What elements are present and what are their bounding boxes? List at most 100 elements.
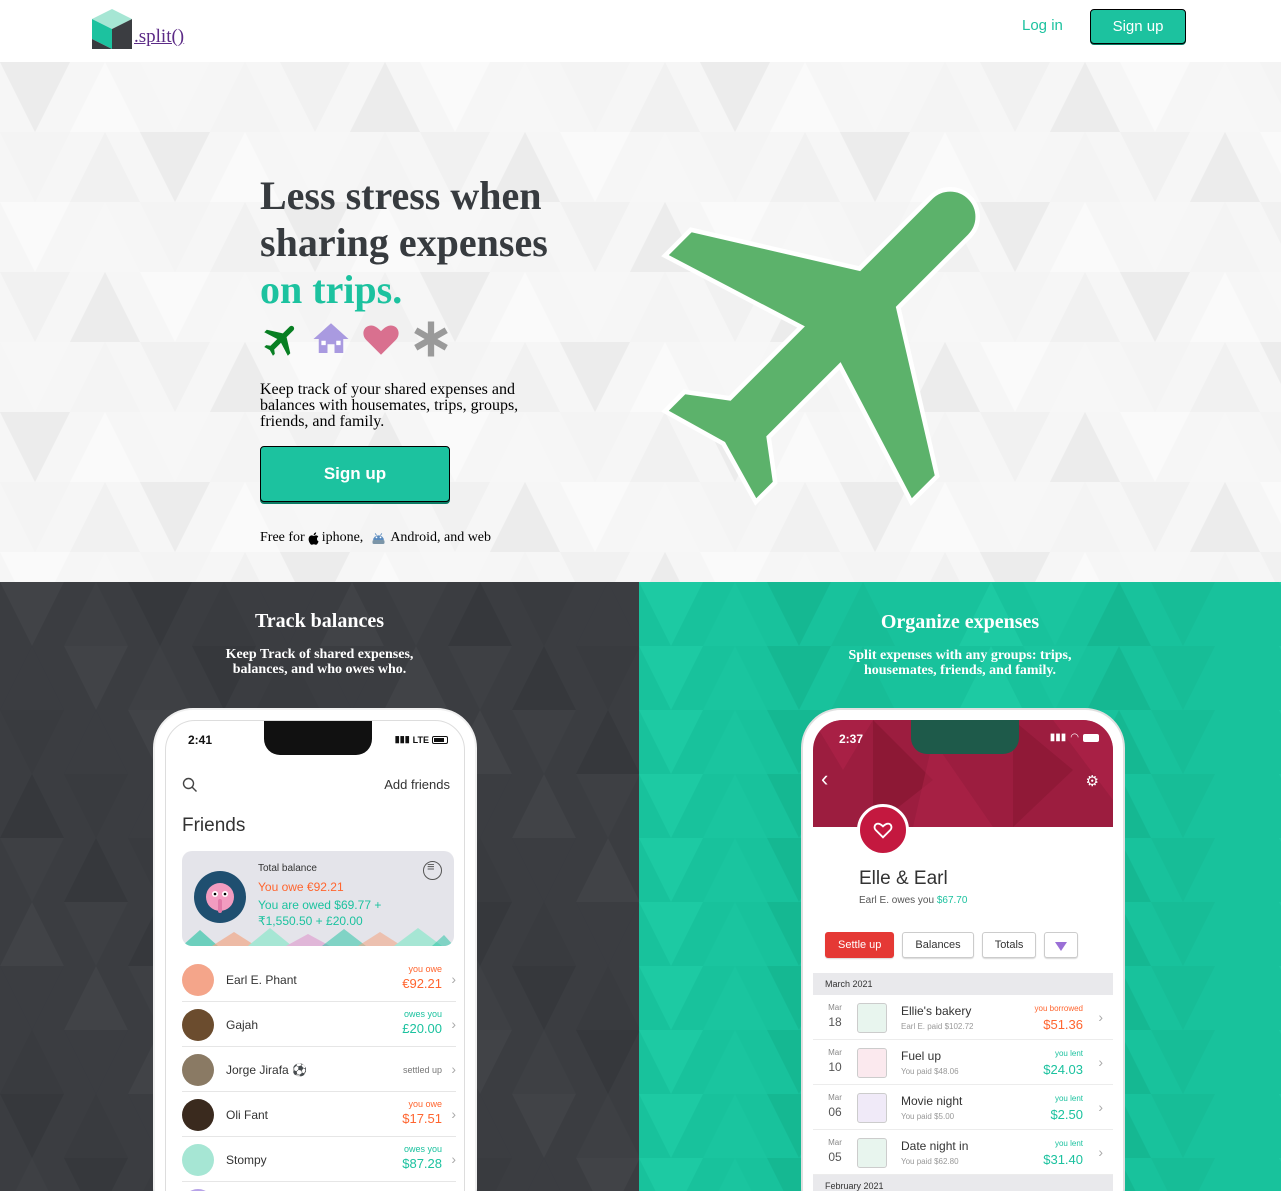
friend-amount: $87.28 (402, 1156, 442, 1171)
expense-date: Mar 06 (825, 1091, 845, 1119)
track-title: Track balances (254, 610, 385, 632)
free-android: Android, and web (390, 530, 492, 545)
status-indicators: ▮▮▮ ◠ (1050, 732, 1099, 743)
group-owes-summary: Earl E. owes you $67.70 (859, 895, 967, 906)
gear-icon[interactable]: ⚙ (1086, 772, 1099, 790)
chevron-right-icon: › (451, 1106, 456, 1122)
friend-status: you owe (408, 1099, 442, 1109)
friend-name: Stompy (226, 1153, 267, 1167)
friend-amount: £20.00 (402, 1021, 442, 1036)
platforms-line: Free for iphone, Android, and web (260, 530, 491, 546)
search-icon[interactable] (182, 777, 198, 793)
chevron-right-icon: › (1098, 1054, 1103, 1070)
expense-category-icon (857, 1003, 887, 1033)
expense-paid-by: You paid $48.06 (901, 1067, 959, 1076)
expense-status: you lent (1054, 1049, 1083, 1058)
add-friends-button[interactable]: Add friends (384, 777, 450, 792)
avatar (182, 964, 214, 996)
expense-category-icon (857, 1138, 887, 1168)
chevron-right-icon: › (451, 971, 456, 987)
signal-icon: ▮▮▮ (394, 734, 410, 744)
expense-paid-by: You paid $62.80 (901, 1157, 959, 1166)
friend-name: Gajah (226, 1018, 259, 1032)
group-banner: 2:37 ▮▮▮ ◠ ‹ ⚙ (813, 720, 1113, 827)
expense-month: Mar (828, 1003, 842, 1012)
expense-amount: $2.50 (1050, 1107, 1083, 1122)
gem-icon (1055, 942, 1068, 951)
site-header: .split() Log in Sign up (0, 0, 1281, 62)
friend-name: Oli Fant (226, 1108, 269, 1122)
expense-paid-by: Earl E. paid $102.72 (901, 1022, 974, 1031)
expense-row[interactable]: Mar 10 Fuel up You paid $48.06 you lent $24.0… (813, 1040, 1113, 1085)
group-heart-badge (857, 804, 909, 856)
hero-description: Keep track of your shared expenses and b… (260, 381, 519, 430)
expense-name: Ellie's bakery (901, 1004, 972, 1018)
group-action-tabs: Settle up Balances Totals (825, 932, 1079, 958)
back-chevron-icon[interactable]: ‹ (821, 766, 828, 792)
login-link[interactable]: Log in (1022, 17, 1063, 34)
filter-icon[interactable] (423, 859, 442, 880)
expense-row[interactable]: Mar 05 Date night in You paid $62.80 you len… (813, 1130, 1113, 1175)
status-time: 2:37 (839, 732, 864, 746)
expense-day: 05 (828, 1150, 842, 1164)
free-prefix: Free for (260, 530, 305, 545)
phone-notch (911, 720, 1019, 754)
expense-category-icon (857, 1048, 887, 1078)
wifi-icon: ◠ (1070, 732, 1079, 743)
header-signup-button[interactable]: Sign up (1090, 9, 1186, 44)
hero-signup-button[interactable]: Sign up (260, 446, 450, 502)
total-you-are-owed: You are owed $69.77 + ₹1,550.50 + £20.00 (258, 898, 382, 928)
status-indicators: ▮▮▮ LTE (395, 734, 448, 745)
expense-status: you lent (1054, 1094, 1083, 1103)
track-balances-panel: Track balances Keep Track of shared expe… (0, 582, 639, 1191)
totals-button[interactable]: Totals (981, 932, 1037, 958)
owes-text: Earl E. owes you (859, 895, 935, 906)
friend-status: settled up (402, 1065, 442, 1075)
logo-link[interactable]: .split() (92, 9, 184, 49)
expense-name: Fuel up (901, 1049, 942, 1063)
friend-row[interactable]: Gajah owes you £20.00 › (182, 1002, 456, 1047)
charts-button[interactable] (1044, 932, 1079, 958)
chevron-right-icon: › (451, 1016, 456, 1032)
expense-row[interactable]: Mar 18 Ellie's bakery Earl E. paid $102.72 y… (813, 995, 1113, 1040)
expense-amount: $31.40 (1043, 1152, 1083, 1167)
chevron-right-icon: › (451, 1061, 456, 1077)
expense-amount: $51.36 (1043, 1017, 1083, 1032)
friend-row[interactable]: Earl E. Phant you owe €92.21 › (182, 957, 456, 1002)
organize-expenses-panel: Organize expenses Split expenses with an… (639, 582, 1281, 1191)
category-icons (260, 318, 452, 360)
network-label: LTE (412, 734, 429, 745)
chevron-right-icon: › (451, 1151, 456, 1167)
expense-month: Mar (828, 1138, 842, 1147)
settle-up-button[interactable]: Settle up (825, 932, 895, 958)
chevron-right-icon: › (1098, 1099, 1103, 1115)
plane-icon (260, 318, 302, 360)
friend-row[interactable]: Stompy owes you $87.28 › (182, 1137, 456, 1182)
group-phone-mockup: 2:37 ▮▮▮ ◠ ‹ ⚙ Elle & Earl Earl E. owes … (801, 708, 1125, 1191)
friend-name: Earl E. Phant (226, 973, 297, 987)
owes-amount: $67.70 (936, 895, 968, 906)
friend-row[interactable]: Oli Fant you owe $17.51 › (182, 1092, 456, 1137)
organize-title: Organize expenses (880, 611, 1040, 633)
expense-date: Mar 18 (825, 1001, 845, 1029)
organize-subtitle-line-1: Split expenses with any groups: trips, (848, 648, 1072, 663)
friend-row[interactable]: Jorge Jirafa ⚽ settled up › (182, 1047, 456, 1092)
avatar (182, 1099, 214, 1131)
battery-icon (432, 735, 448, 744)
group-name: Elle & Earl (859, 868, 948, 889)
expense-date: Mar 05 (825, 1136, 845, 1164)
expense-row[interactable]: Mar 06 Movie night You paid $5.00 you lent $2… (813, 1085, 1113, 1130)
avatar (182, 1144, 214, 1176)
friends-phone-mockup: 2:41 ▮▮▮ LTE Add friends Friends Total b… (153, 708, 477, 1191)
headline-accent: on trips. (260, 267, 403, 312)
airplane-illustration (661, 187, 980, 506)
track-subtitle: Keep Track of shared expenses, balances,… (0, 647, 639, 677)
avatar (194, 871, 246, 923)
expense-status: you lent (1054, 1139, 1083, 1148)
friend-row[interactable]: हाथी मेरे साथी 💜owes you₹1,550.50› (182, 1182, 456, 1191)
free-iphone: iphone, (321, 530, 364, 545)
balances-button[interactable]: Balances (902, 932, 974, 958)
expense-month: Mar (828, 1048, 842, 1057)
friends-title: Friends (182, 815, 246, 836)
month-header: February 2021 (813, 1175, 1113, 1191)
